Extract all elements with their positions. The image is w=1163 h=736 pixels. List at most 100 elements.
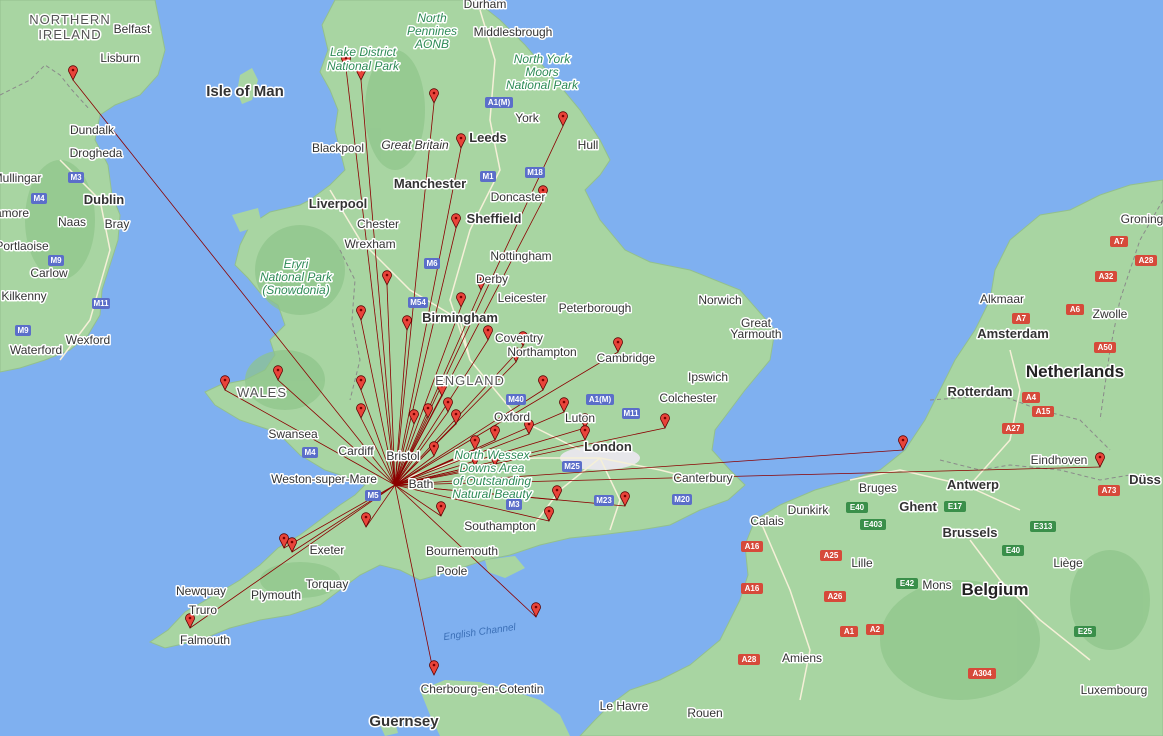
- svg-text:A32: A32: [1099, 272, 1114, 281]
- shield-a15: A15: [1032, 406, 1054, 417]
- label-northampton: Northampton: [507, 345, 576, 359]
- svg-text:A28: A28: [1139, 256, 1154, 265]
- label-north-wessex-2: Downs Area: [460, 461, 525, 475]
- label-dundalk: Dundalk: [70, 123, 115, 137]
- label-amiens: Amiens: [782, 651, 822, 665]
- label-plymouth: Plymouth: [251, 588, 301, 602]
- shield-e17: E17: [944, 501, 966, 512]
- svg-text:M9: M9: [50, 256, 62, 265]
- svg-text:M23: M23: [596, 496, 612, 505]
- shield-m4: M4: [302, 447, 318, 458]
- label-london: London: [584, 439, 632, 454]
- svg-text:A4: A4: [1026, 393, 1037, 402]
- label-great-britain: Great Britain: [381, 138, 449, 152]
- label-north-wessex-1: North Wessex: [454, 448, 530, 462]
- label-zwolle: Zwolle: [1093, 307, 1128, 321]
- shield-ire-m4: M4: [31, 193, 47, 204]
- label-carlow: Carlow: [30, 266, 68, 280]
- label-coventry: Coventry: [495, 331, 543, 345]
- shield-m23: M23: [594, 495, 614, 506]
- svg-text:E40: E40: [1006, 546, 1021, 555]
- shield-m20: M20: [672, 494, 692, 505]
- label-blackpool: Blackpool: [312, 141, 364, 155]
- label-cardiff: Cardiff: [338, 444, 374, 458]
- shield-m18: M18: [525, 167, 545, 178]
- shield-a73: A73: [1098, 485, 1120, 496]
- svg-text:M3: M3: [70, 173, 82, 182]
- svg-text:A27: A27: [1006, 424, 1021, 433]
- svg-text:E40: E40: [850, 503, 865, 512]
- shield-e313: E313: [1030, 521, 1056, 532]
- shield-m54: M54: [408, 297, 428, 308]
- label-weston: Weston-super-Mare: [271, 472, 377, 486]
- svg-text:M4: M4: [33, 194, 45, 203]
- shield-a7: A7: [1110, 236, 1128, 247]
- svg-text:A304: A304: [972, 669, 992, 678]
- svg-text:M11: M11: [93, 299, 109, 308]
- label-mons: Mons: [922, 578, 951, 592]
- label-ipswich: Ipswich: [688, 370, 728, 384]
- label-poole: Poole: [437, 564, 468, 578]
- label-bath: Bath: [409, 477, 434, 491]
- label-luxembourg: Luxembourg: [1081, 683, 1148, 697]
- shield-a304: A304: [968, 668, 996, 679]
- label-durham: Durham: [464, 0, 507, 11]
- label-sheffield: Sheffield: [467, 211, 522, 226]
- svg-text:E42: E42: [900, 579, 915, 588]
- map-canvas[interactable]: NORTHERN IRELAND WALES ENGLAND Netherlan…: [0, 0, 1163, 736]
- label-north-york-moors-1: North York: [514, 52, 571, 66]
- label-dusseldorf: Düss: [1129, 472, 1161, 487]
- svg-text:A6: A6: [1070, 305, 1081, 314]
- svg-text:A7: A7: [1016, 314, 1027, 323]
- svg-text:M3: M3: [508, 500, 520, 509]
- shield-ire-m3: M3: [68, 172, 84, 183]
- label-cherbourg: Cherbourg-en-Cotentin: [421, 682, 544, 696]
- label-belfast: Belfast: [114, 22, 151, 36]
- label-kilkenny: Kilkenny: [1, 289, 46, 303]
- label-mullingar: Mullingar: [0, 171, 41, 185]
- label-falmouth: Falmouth: [180, 633, 230, 647]
- shield-a16: A16: [741, 541, 763, 552]
- label-north-pennines-3: AONB: [414, 37, 449, 51]
- label-liege: Liège: [1053, 556, 1083, 570]
- shield-a16b: A16: [741, 583, 763, 594]
- label-eindhoven: Eindhoven: [1031, 453, 1088, 467]
- label-hull: Hull: [578, 138, 599, 152]
- svg-text:A2: A2: [870, 625, 881, 634]
- shield-a27: A27: [1002, 423, 1024, 434]
- label-lake-district-1: Lake District: [330, 45, 397, 59]
- shield-e25: E25: [1074, 626, 1096, 637]
- label-netherlands: Netherlands: [1026, 362, 1124, 381]
- svg-text:A73: A73: [1102, 486, 1117, 495]
- label-peterborough: Peterborough: [559, 301, 632, 315]
- shield-ire-m9b: M9: [15, 325, 31, 336]
- label-drogheda: Drogheda: [70, 146, 123, 160]
- shield-m6: M6: [424, 258, 440, 269]
- label-rotterdam: Rotterdam: [947, 384, 1012, 399]
- label-belgium: Belgium: [961, 580, 1028, 599]
- svg-text:M18: M18: [527, 168, 543, 177]
- label-bruges: Bruges: [859, 481, 897, 495]
- label-great-yarmouth-2: Yarmouth: [730, 327, 781, 341]
- label-bristol: Bristol: [386, 449, 419, 463]
- label-guernsey: Guernsey: [369, 713, 439, 730]
- label-amore: amore: [0, 206, 29, 220]
- label-isle-of-man: Isle of Man: [206, 83, 284, 100]
- shield-a2: A2: [866, 624, 884, 635]
- label-north-york-moors-2: Moors: [525, 65, 558, 79]
- shield-ire-m9: M9: [48, 255, 64, 266]
- shield-a28b: A28: [738, 654, 760, 665]
- svg-text:M6: M6: [426, 259, 438, 268]
- svg-text:M20: M20: [674, 495, 690, 504]
- svg-text:A28: A28: [742, 655, 757, 664]
- label-alkmaar: Alkmaar: [980, 292, 1024, 306]
- svg-text:M4: M4: [304, 448, 316, 457]
- svg-text:A15: A15: [1036, 407, 1051, 416]
- label-norwich: Norwich: [698, 293, 741, 307]
- label-newquay: Newquay: [176, 584, 226, 598]
- shield-e40b: E40: [1002, 545, 1024, 556]
- svg-text:A25: A25: [824, 551, 839, 560]
- label-wexford: Wexford: [66, 333, 110, 347]
- label-waterford: Waterford: [10, 343, 62, 357]
- label-north-wessex-3: of Outstanding: [453, 474, 531, 488]
